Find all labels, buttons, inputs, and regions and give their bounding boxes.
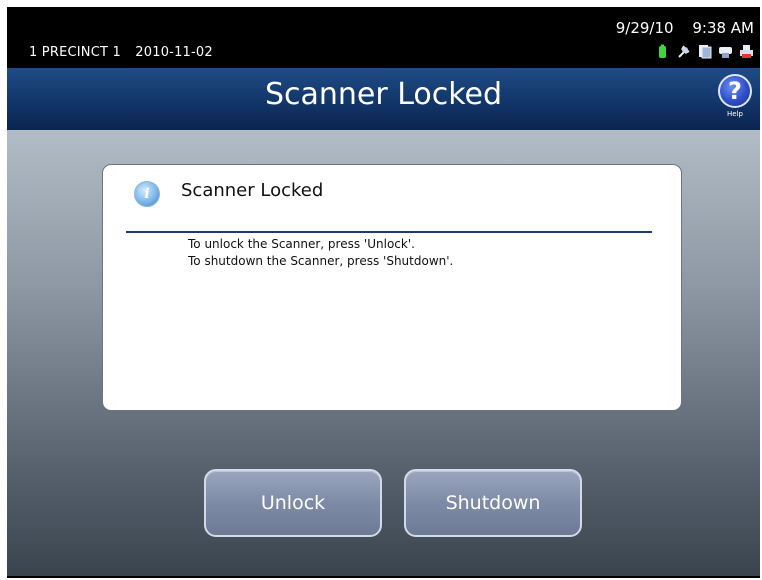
help-label: Help <box>727 110 743 118</box>
page-title: Scanner Locked <box>264 77 503 112</box>
date-text: 9/29/10 <box>615 19 674 37</box>
date-time: 9/29/10 9:38 AM <box>616 19 754 37</box>
instruction-shutdown: To shutdown the Scanner, press 'Shutdown… <box>188 254 454 268</box>
title-bar: Scanner Locked ? Help <box>7 68 760 130</box>
dialog-title: Scanner Locked <box>181 180 324 201</box>
shutdown-button[interactable]: Shutdown <box>404 469 582 537</box>
power-plug-icon <box>678 45 690 58</box>
precinct-info: 1 PRECINCT 1 2010-11-02 <box>29 45 213 60</box>
info-icon: i <box>134 181 160 207</box>
time-text: 9:38 AM <box>692 19 754 37</box>
help-button[interactable]: ? Help <box>716 74 754 124</box>
unlock-button[interactable]: Unlock <box>204 469 382 537</box>
printer-icon <box>740 45 753 58</box>
status-bar: 1 PRECINCT 1 2010-11-02 9/29/10 9:38 AM <box>7 7 760 68</box>
ballot-box-icon <box>719 47 732 58</box>
scanner-screen: 1 PRECINCT 1 2010-11-02 9/29/10 9:38 AM <box>7 7 760 578</box>
status-icons <box>655 44 754 59</box>
dialog-divider <box>126 231 652 233</box>
document-icon <box>699 45 712 59</box>
instruction-unlock: To unlock the Scanner, press 'Unlock'. <box>188 237 415 251</box>
precinct-label: 1 PRECINCT 1 <box>29 45 121 60</box>
help-icon: ? <box>718 74 752 108</box>
message-dialog: i Scanner Locked To unlock the Scanner, … <box>102 164 682 411</box>
main-content: i Scanner Locked To unlock the Scanner, … <box>7 130 760 576</box>
election-date: 2010-11-02 <box>135 45 213 60</box>
battery-icon <box>659 44 666 58</box>
